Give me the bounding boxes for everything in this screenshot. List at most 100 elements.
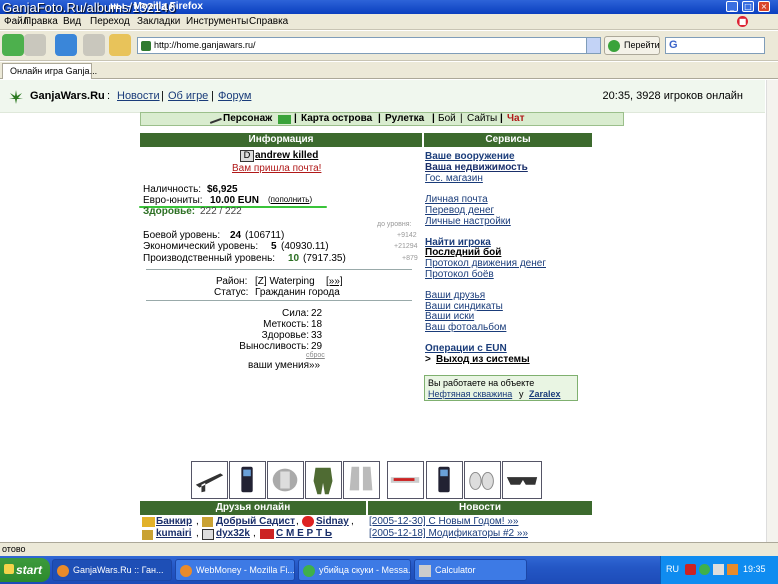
- address-dropdown-icon[interactable]: [586, 38, 600, 53]
- logout-link[interactable]: Выход из системы: [436, 354, 530, 365]
- cannabis-leaf-icon: [9, 90, 23, 104]
- logout-prefix: >: [425, 354, 431, 365]
- header-separator: :: [107, 90, 111, 102]
- address-bar[interactable]: http://home.ganjawars.ru/: [137, 37, 601, 54]
- service-settings[interactable]: Личные настройки: [425, 216, 511, 227]
- home-icon[interactable]: [109, 34, 131, 56]
- phone-icon[interactable]: [229, 461, 266, 499]
- task-webmoney[interactable]: WebMoney - Mozilla Fi...: [175, 559, 295, 581]
- menu-go[interactable]: Переход: [90, 16, 130, 27]
- camo-suit-icon[interactable]: [305, 461, 342, 499]
- armor-icon[interactable]: [267, 461, 304, 499]
- service-claims[interactable]: Ваши иски: [425, 311, 474, 322]
- skill-value: 33: [311, 330, 323, 341]
- friend-link[interactable]: Банкир: [156, 516, 192, 527]
- back-icon[interactable]: [2, 34, 24, 56]
- tab-ganjawars[interactable]: Онлайн игра Ganja...: [2, 63, 97, 79]
- menu-view[interactable]: Вид: [63, 16, 81, 27]
- nav-sites[interactable]: Сайты: [467, 113, 497, 124]
- tray-app-icon[interactable]: [699, 564, 710, 575]
- tray-app-icon[interactable]: [727, 564, 738, 575]
- prod-level-label: Производственный уровень:: [143, 253, 276, 264]
- menu-bookmarks[interactable]: Закладки: [137, 16, 180, 27]
- friend-link[interactable]: dyx32k: [216, 528, 250, 539]
- menu-tools[interactable]: Инструменты: [186, 16, 248, 27]
- menu-edit[interactable]: Правка: [24, 16, 58, 27]
- close-icon[interactable]: ×: [758, 1, 770, 12]
- object-name[interactable]: Нефтяная скважина: [428, 389, 512, 399]
- grenade-launcher-icon[interactable]: [387, 461, 424, 499]
- object-owner[interactable]: Zaralex: [529, 389, 561, 399]
- service-state-shop[interactable]: Гос. магазин: [425, 173, 483, 184]
- language-indicator[interactable]: RU: [666, 564, 679, 574]
- health-label: Здоровье:: [143, 206, 196, 217]
- service-last-battle[interactable]: Последний бой: [425, 247, 501, 258]
- shoes-icon[interactable]: [464, 461, 501, 499]
- reload-icon[interactable]: [55, 34, 77, 56]
- stop-load-icon[interactable]: [83, 34, 105, 56]
- econ-level: 5: [271, 241, 277, 252]
- task-ganjawars[interactable]: GanjaWars.Ru :: Ган...: [52, 559, 172, 581]
- task-calculator[interactable]: Calculator: [414, 559, 527, 581]
- boots-icon[interactable]: [343, 461, 380, 499]
- gun-icon: [208, 113, 222, 124]
- tray-app-icon[interactable]: [685, 564, 696, 575]
- service-friends[interactable]: Ваши друзья: [425, 290, 485, 301]
- status-bar: отово: [0, 542, 778, 556]
- service-property[interactable]: Ваша недвижимость: [425, 162, 528, 173]
- nav-chat[interactable]: Чат: [507, 113, 525, 124]
- news-item[interactable]: [2005-12-30] С Новым Годом! »»: [369, 516, 518, 527]
- stop-icon[interactable]: ■: [737, 16, 748, 27]
- task-messenger[interactable]: убийца скуки - Messa...: [298, 559, 411, 581]
- reset-skills-link[interactable]: сброс: [306, 352, 325, 359]
- service-transfer[interactable]: Перевод денег: [425, 205, 494, 216]
- service-weapons[interactable]: Ваше вооружение: [425, 151, 515, 162]
- nav-roulette[interactable]: Рулетка: [385, 113, 424, 124]
- friend-link[interactable]: С М Е Р Т Ь: [276, 528, 332, 539]
- service-money-log[interactable]: Протокол движения денег: [425, 258, 546, 269]
- tray-app-icon[interactable]: [713, 564, 724, 575]
- district-value: [Z] Waterping: [255, 276, 315, 287]
- service-mail[interactable]: Личная почта: [425, 194, 488, 205]
- district-label: Район:: [216, 276, 248, 287]
- combat-exp: (106711): [245, 230, 285, 241]
- nav-forum-link[interactable]: Форум: [218, 90, 251, 102]
- skills-link[interactable]: ваши умения»»: [248, 360, 320, 371]
- econ-next: +21294: [394, 243, 418, 250]
- nav-island-map[interactable]: Карта острова: [301, 113, 372, 124]
- mail-notice[interactable]: Вам пришла почта!: [232, 163, 321, 174]
- search-input[interactable]: G: [665, 37, 765, 54]
- maximize-icon[interactable]: □: [742, 1, 754, 12]
- health-value: 222 / 222: [200, 206, 242, 217]
- service-eun-ops[interactable]: Операции с EUN: [425, 343, 507, 354]
- go-label: Перейти: [624, 40, 660, 50]
- player-name[interactable]: andrew killed: [255, 150, 318, 161]
- nav-about-link[interactable]: Об игре: [168, 90, 208, 102]
- to-level-label: до уровня:: [377, 221, 412, 228]
- site-name: GanjaWars.Ru: [30, 90, 105, 102]
- minimize-icon[interactable]: _: [726, 1, 738, 12]
- friend-link[interactable]: kumairi: [156, 528, 192, 539]
- window-title-bar: GanjaFoto.Ru/albums/132146 ны - Mozilla …: [0, 0, 778, 15]
- district-more-link[interactable]: [»»]: [326, 276, 343, 287]
- service-photo-album[interactable]: Ваш фотоальбом: [425, 322, 506, 333]
- divider: [146, 269, 412, 270]
- nav-news-link[interactable]: Новости: [117, 90, 160, 102]
- info-heading: Информация: [140, 133, 422, 147]
- go-button[interactable]: Перейти: [604, 36, 660, 55]
- start-button[interactable]: start: [0, 558, 50, 582]
- friend-link[interactable]: Добрый Садист: [216, 516, 295, 527]
- forward-icon[interactable]: [24, 34, 46, 56]
- rifle-icon[interactable]: [191, 461, 228, 499]
- menu-help[interactable]: Справка: [249, 16, 288, 27]
- service-battle-log[interactable]: Протокол боёв: [425, 269, 494, 280]
- euro-topup-link[interactable]: (пополнить): [268, 195, 312, 204]
- nav-battle[interactable]: Бой: [438, 113, 456, 124]
- news-item[interactable]: [2005-12-18] Модификаторы #2 »»: [369, 528, 528, 539]
- scrollbar[interactable]: [766, 80, 778, 542]
- windows-logo-icon: [4, 564, 14, 574]
- glasses-icon[interactable]: [502, 461, 542, 499]
- friend-link[interactable]: Sidnay: [316, 516, 349, 527]
- nav-character[interactable]: Персонаж: [223, 113, 272, 124]
- phone-icon[interactable]: [426, 461, 463, 499]
